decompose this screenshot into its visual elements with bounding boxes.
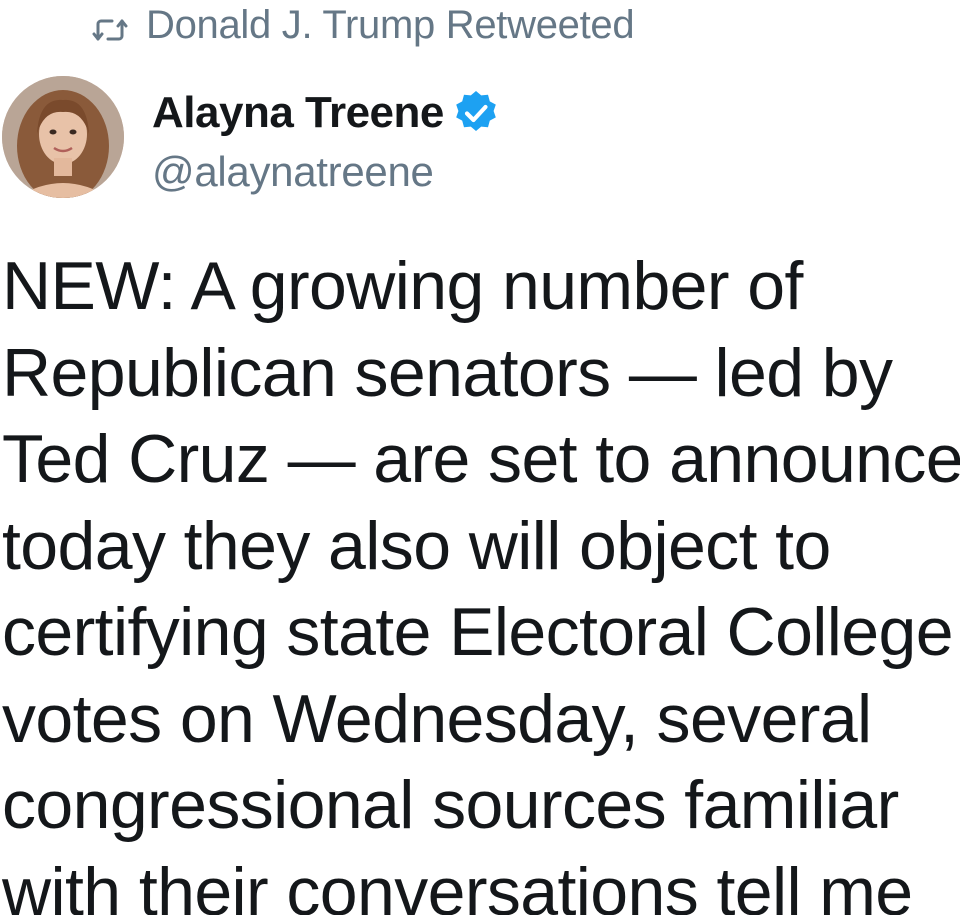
tweet-text-line: certifying state Electoral College: [2, 594, 954, 670]
avatar[interactable]: [2, 76, 124, 198]
retweet-context-label: Donald J. Trump Retweeted: [146, 2, 635, 47]
author-handle[interactable]: @alaynatreene: [152, 148, 434, 196]
tweet-text-line: Republican senators — led by: [2, 334, 893, 411]
author-name[interactable]: Alayna Treene: [152, 88, 444, 138]
tweet-text-line: congressional sources familiar: [2, 767, 899, 843]
tweet-text-line: votes on Wednesday, several: [2, 680, 872, 757]
retweet-icon: [92, 10, 128, 41]
tweet-text-line: Ted Cruz — are set to announce: [2, 421, 960, 497]
author-name-row[interactable]: Alayna Treene: [152, 86, 500, 140]
tweet-text-line: today they also will object to: [2, 507, 831, 584]
tweet-text-line: NEW: A growing number of: [2, 248, 803, 324]
tweet-text: NEW: A growing number of Republican sena…: [2, 243, 960, 915]
retweet-context[interactable]: Donald J. Trump Retweeted: [92, 2, 635, 48]
tweet-card[interactable]: Donald J. Trump Retweeted Alayna Treene …: [0, 0, 960, 915]
verified-badge-icon: [452, 89, 500, 137]
tweet-text-line: with their conversations tell me: [2, 853, 913, 915]
